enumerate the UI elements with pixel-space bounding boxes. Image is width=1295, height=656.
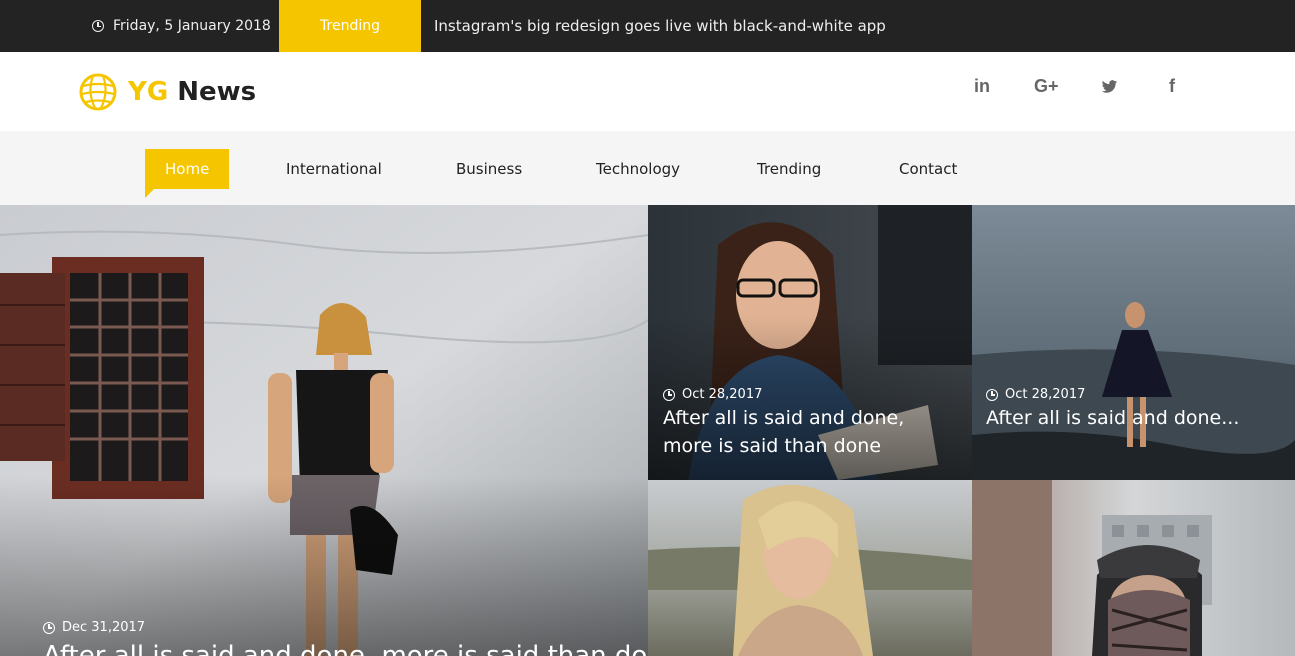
- article-date: Dec 31,2017: [43, 620, 145, 635]
- trending-headline-link[interactable]: Instagram's big redesign goes live with …: [434, 0, 886, 52]
- article-date: Oct 28,2017: [986, 387, 1085, 402]
- article-image: [972, 480, 1295, 656]
- linkedin-icon[interactable]: in: [974, 76, 990, 97]
- article-card[interactable]: [648, 480, 972, 656]
- article-image: [648, 480, 972, 656]
- site-logo[interactable]: YG News: [78, 72, 256, 112]
- nav-active-tail: [145, 189, 154, 198]
- clock-icon: [663, 388, 675, 401]
- trending-label: Trending: [279, 0, 421, 52]
- google-plus-icon[interactable]: G+: [1034, 76, 1059, 97]
- nav-item-technology[interactable]: Technology: [596, 149, 680, 189]
- current-date: Friday, 5 January 2018: [92, 0, 271, 52]
- clock-icon: [92, 20, 104, 32]
- top-bar: Friday, 5 January 2018 Trending Instagra…: [0, 0, 1295, 52]
- article-date-text: Oct 28,2017: [1005, 387, 1086, 402]
- article-title[interactable]: After all is said and done, more is said…: [43, 639, 648, 656]
- facebook-icon[interactable]: f: [1169, 76, 1175, 97]
- twitter-icon[interactable]: [1101, 78, 1118, 99]
- article-title[interactable]: After all is said and done, more is said…: [663, 404, 953, 460]
- main-nav: Home International Business Technology T…: [0, 131, 1295, 205]
- article-image: [972, 205, 1295, 480]
- nav-item-international[interactable]: International: [286, 149, 382, 189]
- globe-icon: [79, 73, 117, 111]
- clock-icon: [986, 388, 998, 401]
- article-date: Oct 28,2017: [663, 387, 762, 402]
- article-date-text: Oct 28,2017: [682, 387, 763, 402]
- featured-article[interactable]: Dec 31,2017 After all is said and done, …: [0, 205, 648, 656]
- article-card[interactable]: [972, 480, 1295, 656]
- featured-article-image: [0, 205, 648, 656]
- article-card[interactable]: Oct 28,2017 After all is said and done, …: [648, 205, 972, 480]
- article-date-text: Dec 31,2017: [62, 620, 146, 635]
- nav-item-trending[interactable]: Trending: [757, 149, 821, 189]
- nav-item-home[interactable]: Home: [145, 149, 230, 189]
- nav-item-business[interactable]: Business: [456, 149, 522, 189]
- site-header: YG News in G+ f: [0, 52, 1295, 131]
- nav-item-contact[interactable]: Contact: [899, 149, 957, 189]
- article-title[interactable]: After all is said and done...: [986, 404, 1286, 432]
- logo-text-yg: YG: [128, 77, 169, 107]
- clock-icon: [43, 621, 55, 634]
- article-card[interactable]: Oct 28,2017 After all is said and done..…: [972, 205, 1295, 480]
- logo-text-news: News: [177, 77, 257, 107]
- date-text: Friday, 5 January 2018: [113, 18, 271, 34]
